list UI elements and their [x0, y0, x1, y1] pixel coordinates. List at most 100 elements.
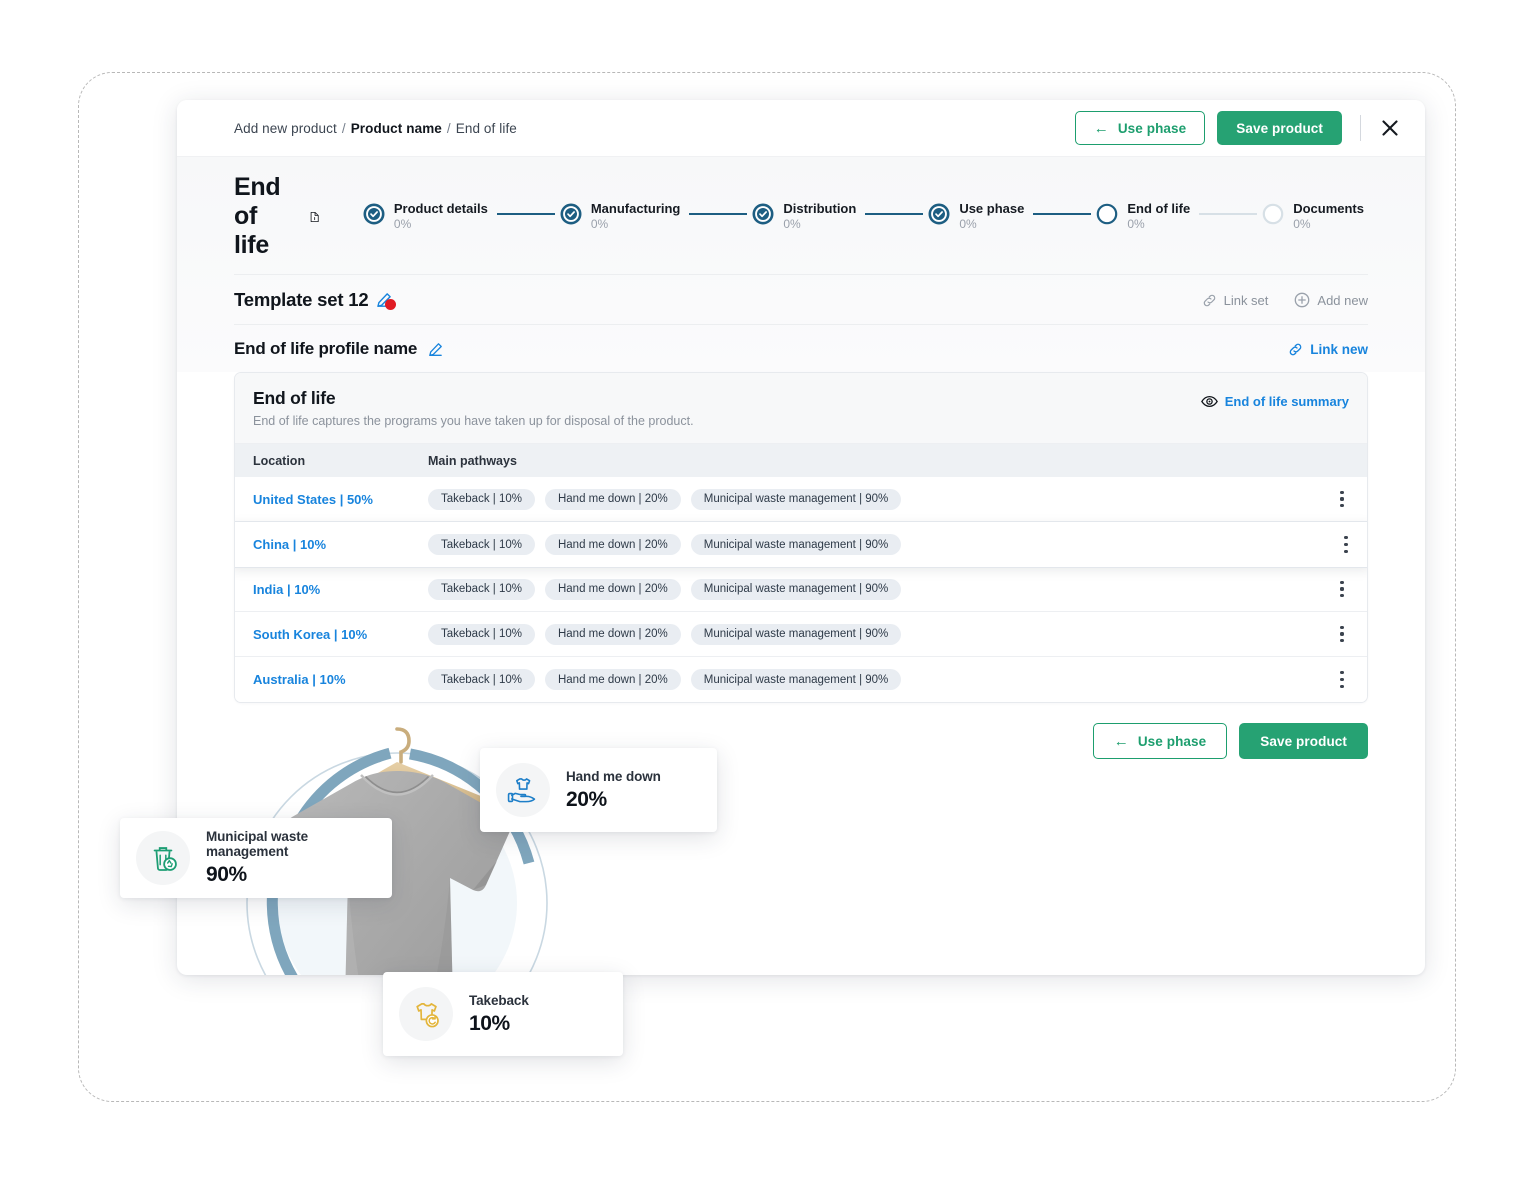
pathway-chip[interactable]: Takeback | 10%: [428, 623, 535, 645]
pathway-chip[interactable]: Municipal waste management | 90%: [690, 669, 902, 690]
stat-label: Takeback: [469, 992, 529, 1008]
stepper-status-icon: [1262, 203, 1284, 230]
cell-location[interactable]: United States | 50%: [253, 492, 428, 507]
pathway-chip[interactable]: Municipal waste management | 90%: [690, 623, 902, 645]
stepper-step-manufacturing[interactable]: Manufacturing 0%: [560, 201, 685, 232]
kebab-dot: [1340, 490, 1344, 494]
page-title: End of life: [234, 173, 319, 260]
pathway-chip[interactable]: Hand me down | 20%: [544, 488, 681, 510]
close-button[interactable]: [1377, 115, 1403, 141]
kebab-dot: [1344, 536, 1348, 540]
stat-card-municipal-waste-management[interactable]: Municipal waste management 90%: [120, 818, 392, 898]
pathway-chip[interactable]: Takeback | 10%: [428, 488, 535, 510]
save-product-button-top[interactable]: Save product: [1217, 111, 1342, 145]
cell-location[interactable]: China | 10%: [253, 537, 428, 552]
stepper-step-documents[interactable]: Documents 0%: [1262, 201, 1368, 232]
end-of-life-summary-button[interactable]: End of life summary: [1200, 388, 1349, 409]
cell-location[interactable]: India | 10%: [253, 582, 428, 597]
pathway-chip[interactable]: Takeback | 10%: [428, 534, 535, 555]
cell-main-pathways: Takeback | 10% Hand me down | 20% Municipa…: [428, 669, 902, 690]
stepper-step-label: Use phase: [959, 201, 1025, 216]
kebab-dot: [1344, 549, 1348, 553]
table-row[interactable]: South Korea | 10% Takeback | 10% Hand me d…: [235, 612, 1367, 657]
link-set-button[interactable]: Link set: [1202, 293, 1268, 308]
stepper-step-label: Product details: [393, 201, 488, 216]
stepper-step-label: Documents: [1293, 201, 1364, 216]
location-percentage: 10%: [319, 672, 346, 687]
stepper-connector: [496, 213, 555, 215]
stepper-step-progress: 0%: [393, 217, 412, 231]
kebab-dot: [1344, 542, 1348, 547]
pathway-chip[interactable]: Takeback | 10%: [428, 669, 535, 690]
stat-card-takeback[interactable]: Takeback 10%: [383, 972, 623, 1056]
stat-icon-wrap: [120, 831, 206, 885]
table-row[interactable]: Australia | 10% Takeback | 10% Hand me dow…: [235, 657, 1367, 702]
location-name: United States: [253, 491, 337, 507]
stat-label: Hand me down: [566, 768, 661, 784]
pathway-chip[interactable]: Hand me down | 20%: [544, 669, 681, 690]
breadcrumb-separator: /: [446, 120, 451, 136]
row-menu-button[interactable]: [1329, 619, 1355, 649]
table-row[interactable]: China | 10% Takeback | 10% Hand me down | …: [235, 522, 1367, 567]
cell-location[interactable]: Australia | 10%: [253, 672, 428, 687]
row-menu-button[interactable]: [1329, 665, 1355, 695]
pathway-chip[interactable]: Hand me down | 20%: [544, 534, 681, 555]
column-header-main-pathways: Main pathways: [428, 453, 517, 468]
stepper-step-distribution[interactable]: Distribution 0%: [752, 201, 860, 232]
stepper-step-use-phase[interactable]: Use phase 0%: [928, 201, 1028, 232]
stepper-step-progress: 0%: [1293, 217, 1311, 231]
end-of-life-card-title: End of life: [253, 388, 336, 408]
save-product-label: Save product: [1236, 120, 1323, 136]
pathway-chip[interactable]: Municipal waste management | 90%: [690, 578, 902, 600]
pathway-chip[interactable]: Takeback | 10%: [428, 578, 535, 600]
stat-icon-wrap: [480, 763, 566, 817]
table-row[interactable]: United States | 50% Takeback | 10% Hand me…: [235, 477, 1367, 522]
profile-name-text: End of life profile name: [234, 339, 418, 358]
screenshot-stage: Add new product / Product name / End of …: [0, 0, 1536, 1183]
stepper-connector: [865, 213, 924, 215]
top-bar: Add new product / Product name / End of …: [177, 100, 1425, 156]
link-new-label: Link new: [1310, 341, 1368, 357]
breadcrumb-item-end-of-life[interactable]: End of life: [456, 121, 517, 136]
location-separator: |: [283, 581, 295, 597]
kebab-dot: [1340, 684, 1344, 688]
phase-header-row: End of life Product details 0% Manufacturi…: [234, 173, 1368, 275]
stat-icon-wrap: [383, 987, 469, 1041]
stat-icon-circle: [496, 763, 550, 817]
add-new-label: Add new: [1317, 292, 1368, 308]
breadcrumb-item-product-name[interactable]: Product name: [351, 121, 442, 136]
cell-main-pathways: Takeback | 10% Hand me down | 20% Municipa…: [428, 578, 902, 600]
document-icon[interactable]: [310, 207, 319, 227]
kebab-dot: [1340, 671, 1344, 675]
use-phase-label: Use phase: [1117, 120, 1187, 136]
pathway-chip[interactable]: Hand me down | 20%: [544, 578, 681, 600]
kebab-dot: [1340, 677, 1344, 682]
breadcrumb: Add new product / Product name / End of …: [234, 121, 517, 136]
phase-stepper: Product details 0% Manufacturing 0% Distribu…: [363, 201, 1368, 232]
pencil-icon[interactable]: [428, 342, 443, 357]
add-new-button[interactable]: Add new: [1294, 292, 1368, 308]
stepper-step-end-of-life[interactable]: End of life 0%: [1096, 201, 1194, 232]
stepper-step-product-details[interactable]: Product details 0%: [363, 201, 492, 232]
location-percentage: 50%: [346, 491, 373, 507]
stat-text: Hand me down 20%: [566, 769, 661, 812]
row-menu-button[interactable]: [1333, 530, 1359, 560]
link-new-button[interactable]: Link new: [1288, 342, 1368, 357]
row-menu-button[interactable]: [1329, 484, 1355, 514]
use-phase-button-top[interactable]: ← Use phase: [1074, 111, 1206, 145]
table-row[interactable]: India | 10% Takeback | 10% Hand me down | …: [235, 567, 1367, 612]
stat-card-hand-me-down[interactable]: Hand me down 20%: [480, 748, 717, 832]
stepper-step-progress: 0%: [1127, 217, 1145, 231]
stat-value: 90%: [206, 863, 247, 886]
template-set-row: Template set 12 Link set Add new: [234, 275, 1368, 325]
stat-label: Municipal waste management: [206, 829, 309, 859]
breadcrumb-item-add-new-product[interactable]: Add new product: [234, 121, 337, 136]
stepper-connector: [1199, 213, 1258, 215]
pathway-chip[interactable]: Municipal waste management | 90%: [690, 488, 902, 510]
row-menu-button[interactable]: [1329, 574, 1355, 604]
cell-location[interactable]: South Korea | 10%: [253, 627, 428, 642]
pathway-chip[interactable]: Municipal waste management | 90%: [690, 534, 902, 555]
pathway-chip[interactable]: Hand me down | 20%: [544, 623, 681, 645]
location-separator: |: [308, 672, 320, 687]
location-name: China: [253, 537, 290, 552]
